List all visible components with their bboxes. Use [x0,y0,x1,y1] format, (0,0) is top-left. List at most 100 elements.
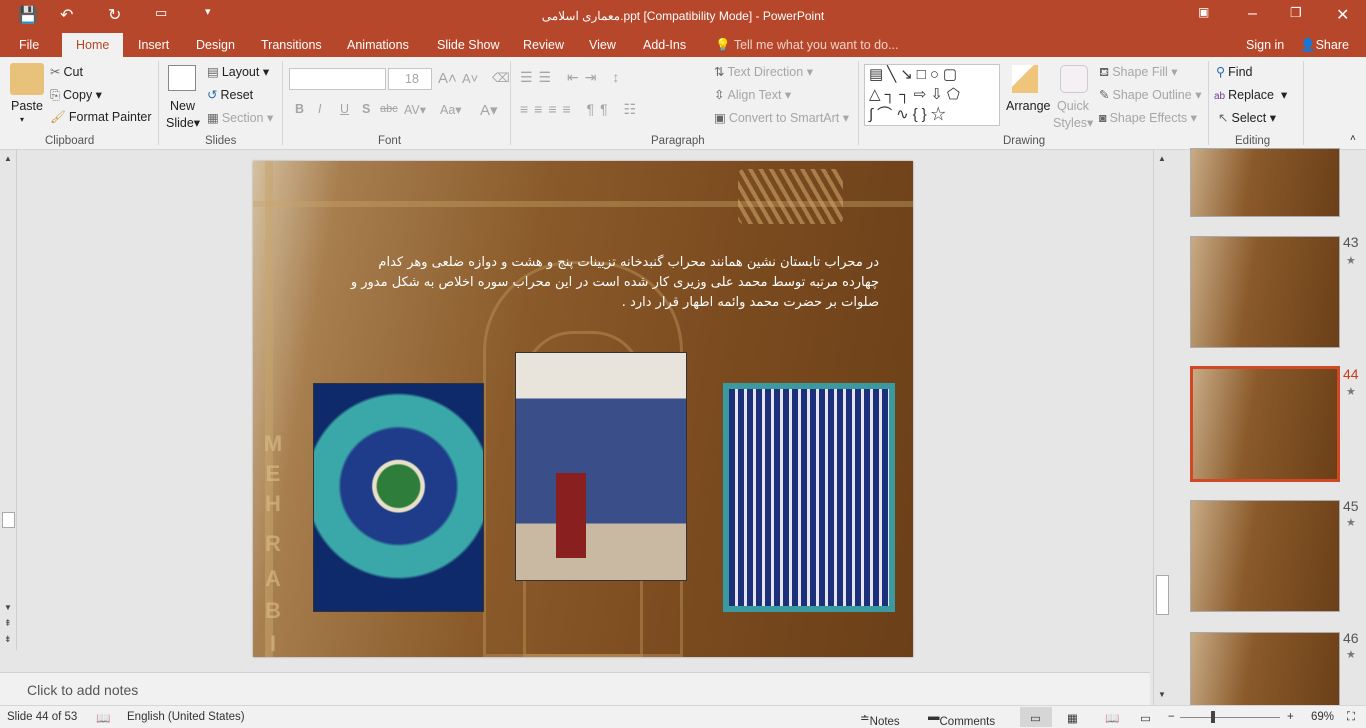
share-button[interactable]: 👤Share [1300,38,1349,53]
scroll-up-icon[interactable]: ▲ [1158,154,1166,163]
quick-styles-icon [1060,65,1088,93]
scroll-down-icon[interactable]: ▼ [1158,690,1166,699]
slide-sorter-icon[interactable]: ▦ [1067,711,1078,725]
slide-thumbnail-44-selected[interactable] [1190,366,1340,482]
tab-slide-show[interactable]: Slide Show [437,38,500,52]
reset-button[interactable]: ↺ Reset [207,87,253,102]
tell-me-search[interactable]: 💡 Tell me what you want to do... [715,38,899,53]
align-text-button[interactable]: ⇳ Align Text ▾ [714,87,791,102]
vertical-letter: E [265,461,281,486]
underline-icon[interactable]: U [340,102,349,116]
zoom-level[interactable]: 69% [1311,711,1334,723]
arrange-button[interactable]: Arrange [1006,99,1050,113]
cut-button[interactable]: ✂ Cut [50,64,83,79]
paragraph-group-label: Paragraph [651,135,705,147]
slide-thumbnail-46[interactable] [1190,632,1340,712]
shapes-gallery[interactable]: ▤╲↘□○▢ △┐┐⇨⇩⬠ ∫⌒∿{}☆ [864,64,1000,126]
slide-number: 45 [1343,498,1359,514]
slide-thumbnail-45[interactable] [1190,500,1340,612]
shape-fill-button[interactable]: ⛾ Shape Fill ▾ [1099,64,1178,81]
restore-icon[interactable]: ❐ [1290,5,1302,21]
decrease-font-icon[interactable]: A˅ [462,71,478,86]
new-slide-button[interactable]: New [170,99,195,113]
comments-toggle[interactable]: ▬ Comments [928,711,995,728]
zoom-slider[interactable] [1180,717,1280,718]
scroll-thumb[interactable] [1156,575,1169,615]
clear-formatting-icon[interactable]: ⌫ [492,70,510,85]
fit-slide-icon[interactable]: ⛶ [1347,711,1355,724]
increase-font-icon[interactable]: A˄ [438,70,457,87]
previous-slide-icon[interactable]: ⇞ [4,618,12,629]
paste-button[interactable]: Paste [11,99,43,113]
notes-placeholder[interactable]: Click to add notes [27,682,138,698]
tab-transitions[interactable]: Transitions [261,38,322,52]
spell-check-icon[interactable]: 📖 [96,711,110,725]
find-button[interactable]: ⚲ Find [1216,64,1252,79]
tab-insert[interactable]: Insert [138,38,169,52]
text-direction-button[interactable]: ⇅ Text Direction ▾ [714,64,813,79]
scroll-down-icon[interactable]: ▼ [4,603,12,612]
list-indent-icons[interactable]: ☰☰ ⇤⇥ ↕ [520,69,625,86]
select-button[interactable]: ↖ Select ▾ [1218,110,1276,125]
tab-view[interactable]: View [589,38,616,52]
italic-icon[interactable]: I [318,102,321,116]
slide-thumbnail-42[interactable] [1190,148,1340,217]
tab-design[interactable]: Design [196,38,235,52]
notes-toggle[interactable]: ≐ Notes [860,711,900,728]
character-spacing-icon[interactable]: AV▾ [404,102,426,117]
sign-in-link[interactable]: Sign in [1246,38,1284,52]
alignment-icons[interactable]: ≡≡≡≡ ¶¶ ☷ [520,101,642,118]
language-indicator[interactable]: English (United States) [127,711,245,723]
font-color-icon[interactable]: A▾ [480,101,498,119]
convert-smartart-button[interactable]: ▣ Convert to SmartArt ▾ [714,110,849,125]
align-text-icon: ⇳ [714,88,725,102]
arrange-icon [1012,65,1038,93]
collapse-ribbon-icon[interactable]: ˄ [1350,133,1356,144]
zoom-slider-thumb[interactable] [1210,711,1215,723]
scroll-thumb[interactable] [2,512,15,528]
tab-animations[interactable]: Animations [347,38,409,52]
new-slide-dropdown[interactable]: Slide▾ [166,115,200,130]
replace-button[interactable]: ab Replace ▾ [1214,87,1287,102]
slide-thumbnail-43[interactable] [1190,236,1340,348]
reading-view-icon[interactable]: 📖 [1105,711,1119,725]
ribbon-display-icon[interactable]: ▣ [1198,5,1209,19]
copy-button[interactable]: ⎘ Copy ▾ [50,87,102,103]
minimize-icon[interactable]: – [1248,5,1257,23]
shadow-icon[interactable]: S [362,102,370,116]
strikethrough-icon[interactable]: abc [380,103,398,115]
change-case-icon[interactable]: Aa▾ [440,102,462,117]
slide-canvas[interactable]: در محراب تابستان نشین همانند محراب گنبدخ… [253,161,913,657]
slideshow-icon[interactable]: ▭ [1140,711,1151,725]
zoom-out-icon[interactable]: − [1168,711,1175,723]
format-painter-button[interactable]: 🖌 Format Painter [50,110,152,125]
tab-file[interactable]: File [19,38,39,52]
close-icon[interactable]: ✕ [1336,5,1349,25]
pencil-icon: ✎ [1099,88,1110,102]
ribbon-tabs: File Home Insert Design Transitions Anim… [0,32,1366,57]
slide-vertical-scrollbar[interactable]: ▲ ▼ ⇞ ⇟ [0,150,17,650]
zoom-in-icon[interactable]: + [1287,711,1294,723]
window-title: معماری اسلامی.ppt [Compatibility Mode] -… [541,9,825,23]
font-size-input[interactable]: 18 [388,68,432,90]
new-slide-icon [168,65,196,91]
scroll-up-icon[interactable]: ▲ [4,154,12,163]
shape-outline-button[interactable]: ✎ Shape Outline ▾ [1099,87,1201,102]
paste-dropdown-icon[interactable]: ▾ [20,115,24,124]
tab-review[interactable]: Review [523,38,564,52]
slide-body-text[interactable]: در محراب تابستان نشین همانند محراب گنبدخ… [343,253,879,313]
slide-number: 46 [1343,630,1359,646]
shape-effects-button[interactable]: ◙ Shape Effects ▾ [1099,110,1197,125]
font-name-input[interactable] [289,68,386,90]
bold-icon[interactable]: B [295,102,304,116]
notes-pane[interactable]: Click to add notes [0,672,1150,705]
quick-styles-dropdown[interactable]: Styles▾ [1053,115,1093,130]
layout-button[interactable]: ▤ Layout ▾ [207,64,269,79]
thumbnail-scrollbar[interactable]: ▲ ▼ [1153,150,1170,705]
next-slide-icon[interactable]: ⇟ [4,634,12,645]
tab-add-ins[interactable]: Add-Ins [643,38,686,52]
quick-styles-button[interactable]: Quick [1057,99,1089,113]
shape-effects-icon: ◙ [1099,111,1107,125]
tab-home[interactable]: Home [62,33,124,57]
section-button[interactable]: ▦ Section ▾ [207,110,273,125]
